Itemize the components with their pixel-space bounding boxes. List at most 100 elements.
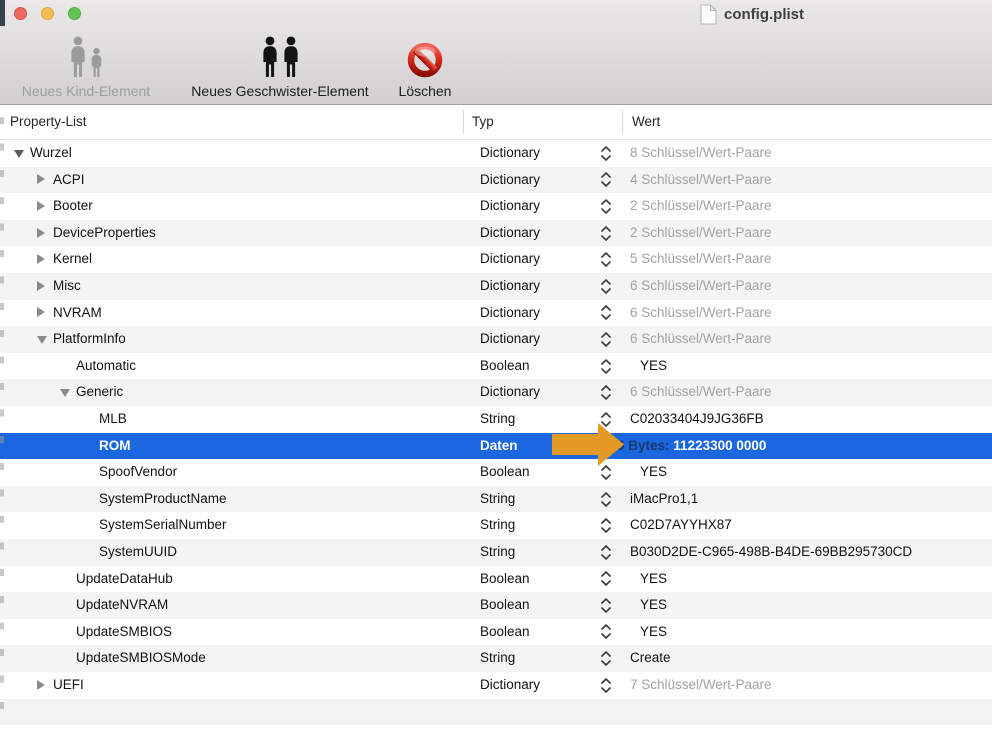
type-stepper-icon[interactable]: [600, 571, 612, 586]
plist-row-platforminfo[interactable]: PlatformInfo Dictionary 6 Schlüssel/Wert-P…: [0, 326, 992, 353]
row-value: 6 Schlüssel/Wert-Paare: [630, 379, 772, 406]
two-persons-icon: [261, 36, 300, 78]
column-header-typ[interactable]: Typ: [472, 105, 494, 139]
column-header-property-list[interactable]: Property-List: [10, 105, 87, 139]
row-key: UpdateSMBIOSMode: [76, 645, 206, 672]
row-value: 4 Schlüssel/Wert-Paare: [630, 167, 772, 194]
close-button[interactable]: [14, 7, 27, 20]
type-stepper-icon[interactable]: [600, 678, 612, 693]
plist-row-updatesmbios[interactable]: UpdateSMBIOSBooleanYES: [0, 619, 992, 646]
plist-row-acpi[interactable]: ACPIDictionary4 Schlüssel/Wert-Paare: [0, 167, 992, 194]
disclosure-triangle-icon[interactable]: [37, 281, 45, 291]
disclosure-triangle-icon[interactable]: [37, 201, 45, 211]
column-divider[interactable]: [463, 110, 464, 134]
row-value: 5 Schlüssel/Wert-Paare: [630, 246, 772, 273]
row-key: PlatformInfo: [53, 326, 126, 353]
row-value: YES: [640, 592, 667, 619]
plist-row-generic[interactable]: Generic Dictionary 6 Schlüssel/Wert-Paare: [0, 379, 992, 406]
type-stepper-icon[interactable]: [600, 465, 612, 480]
row-value: 6 Schlüssel/Wert-Paare: [630, 273, 772, 300]
plist-row-mlb[interactable]: MLBStringC02033404J9JG36FB: [0, 406, 992, 433]
type-stepper-icon[interactable]: [600, 279, 612, 294]
row-key: Generic: [76, 379, 123, 406]
type-stepper-icon[interactable]: [600, 252, 612, 267]
type-stepper-icon[interactable]: [600, 332, 612, 347]
type-stepper-icon[interactable]: [600, 651, 612, 666]
type-stepper-icon[interactable]: [600, 199, 612, 214]
plist-row-automatic[interactable]: AutomaticBooleanYES: [0, 353, 992, 380]
plist-row-updatedatahub[interactable]: UpdateDataHubBooleanYES: [0, 566, 992, 593]
column-divider[interactable]: [622, 110, 623, 134]
window-chrome: config.plist Neues Kind-Element: [0, 0, 992, 105]
empty-stripe-row: [0, 699, 992, 726]
row-type: Dictionary: [480, 326, 540, 353]
disclosure-triangle-icon[interactable]: [37, 174, 45, 184]
zoom-button[interactable]: [68, 7, 81, 20]
plist-row-deviceproperties[interactable]: DevicePropertiesDictionary2 Schlüssel/We…: [0, 220, 992, 247]
type-stepper-icon[interactable]: [600, 385, 612, 400]
type-stepper-icon[interactable]: [600, 492, 612, 507]
row-key: SpoofVendor: [99, 459, 177, 486]
row-key: SystemProductName: [99, 486, 227, 513]
row-key: UEFI: [53, 672, 84, 699]
plist-row-systemserialnumber[interactable]: SystemSerialNumberStringC02D7AYYHX87: [0, 512, 992, 539]
minimize-button[interactable]: [41, 7, 54, 20]
type-stepper-icon[interactable]: [600, 545, 612, 560]
type-stepper-icon[interactable]: [600, 172, 612, 187]
plist-row-rom[interactable]: ROMDaten6 Bytes: 11223300 0000: [0, 433, 992, 460]
plist-row-booter[interactable]: BooterDictionary2 Schlüssel/Wert-Paare: [0, 193, 992, 220]
new-sibling-element-button[interactable]: Neues Geschwister-Element: [170, 31, 390, 99]
row-type: Boolean: [480, 353, 530, 380]
row-value: YES: [640, 459, 667, 486]
row-value: C02D7AYYHX87: [630, 512, 732, 539]
background-window-edge: [0, 108, 4, 728]
row-type: Dictionary: [480, 379, 540, 406]
plist-row-updatesmbiosmode[interactable]: UpdateSMBIOSModeStringCreate: [0, 645, 992, 672]
row-key: ROM: [99, 433, 131, 460]
plist-row-systemuuid[interactable]: SystemUUIDStringB030D2DE-C965-498B-B4DE-…: [0, 539, 992, 566]
disclosure-triangle-icon[interactable]: [37, 228, 45, 238]
disclosure-triangle-icon[interactable]: [37, 307, 45, 317]
row-value: 2 Schlüssel/Wert-Paare: [630, 220, 772, 247]
row-key: MLB: [99, 406, 127, 433]
plist-row-kernel[interactable]: KernelDictionary5 Schlüssel/Wert-Paare: [0, 246, 992, 273]
delete-label: Löschen: [399, 83, 452, 99]
type-stepper-icon[interactable]: [600, 598, 612, 613]
plist-row-updatenvram[interactable]: UpdateNVRAMBooleanYES: [0, 592, 992, 619]
disclosure-triangle-icon[interactable]: [60, 389, 70, 397]
new-child-element-label: Neues Kind-Element: [22, 83, 150, 99]
row-value: YES: [640, 619, 667, 646]
row-value: 6 Schlüssel/Wert-Paare: [630, 326, 772, 353]
type-stepper-icon[interactable]: [600, 305, 612, 320]
disclosure-triangle-icon[interactable]: [37, 680, 45, 690]
type-stepper-icon[interactable]: [600, 518, 612, 533]
type-stepper-icon[interactable]: [600, 359, 612, 374]
new-child-element-button[interactable]: Neues Kind-Element: [8, 31, 164, 99]
type-stepper-icon[interactable]: [600, 146, 612, 161]
row-value: Create: [630, 645, 671, 672]
plist-row-systemproductname[interactable]: SystemProductNameStringiMacPro1,1: [0, 486, 992, 513]
row-value: 7 Schlüssel/Wert-Paare: [630, 672, 772, 699]
disclosure-triangle-icon[interactable]: [37, 336, 47, 344]
disclosure-triangle-icon[interactable]: [14, 150, 24, 158]
prohibition-icon: [407, 42, 443, 78]
row-type: Boolean: [480, 619, 530, 646]
row-type: String: [480, 486, 515, 513]
person-with-child-icon: [69, 36, 103, 78]
disclosure-triangle-icon[interactable]: [37, 254, 45, 264]
row-key: UpdateDataHub: [76, 566, 173, 593]
plist-row-misc[interactable]: MiscDictionary6 Schlüssel/Wert-Paare: [0, 273, 992, 300]
row-type: Boolean: [480, 592, 530, 619]
plist-row-uefi[interactable]: UEFIDictionary7 Schlüssel/Wert-Paare: [0, 672, 992, 699]
row-value: YES: [640, 566, 667, 593]
row-type: String: [480, 539, 515, 566]
type-stepper-icon[interactable]: [600, 226, 612, 241]
row-type: Dictionary: [480, 246, 540, 273]
plist-row-nvram[interactable]: NVRAMDictionary6 Schlüssel/Wert-Paare: [0, 300, 992, 327]
annotation-arrow-icon: [552, 423, 625, 466]
column-header-wert[interactable]: Wert: [632, 105, 660, 139]
delete-button[interactable]: Löschen: [392, 31, 458, 99]
type-stepper-icon[interactable]: [600, 624, 612, 639]
plist-row-spoofvendor[interactable]: SpoofVendorBooleanYES: [0, 459, 992, 486]
plist-row-wurzel[interactable]: WurzelDictionary8 Schlüssel/Wert-Paare: [0, 140, 992, 167]
